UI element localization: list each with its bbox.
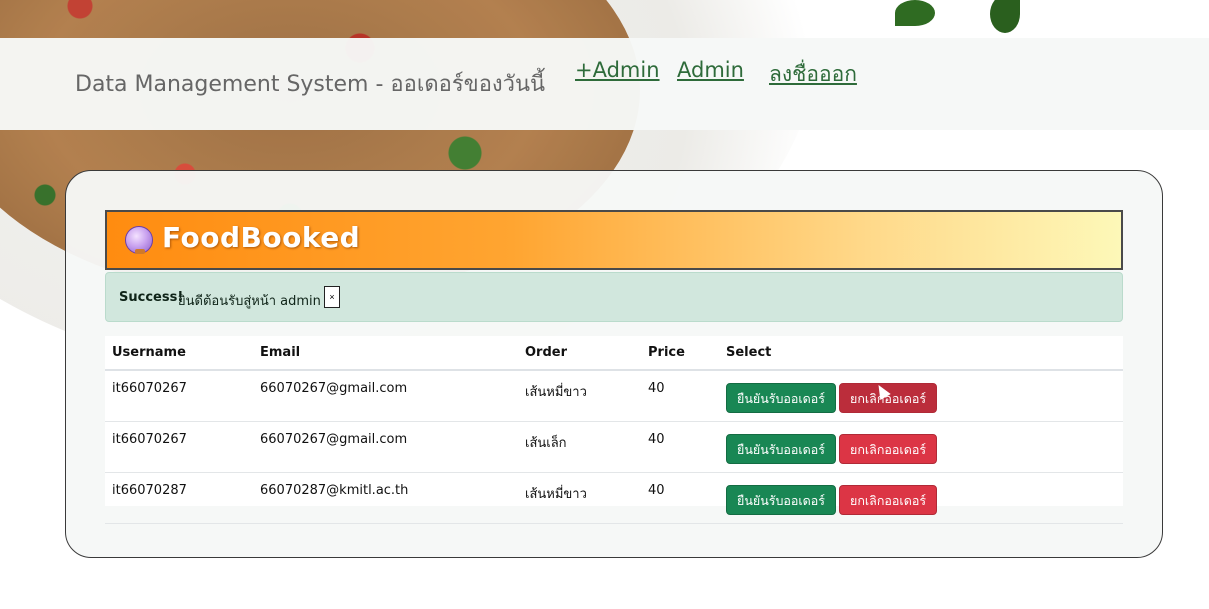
table-row: it66070267 66070267@gmail.com เส้นหมี่ขา… [105,370,1123,422]
alert-strong-text: Success! [119,290,184,305]
orders-table: Username Email Order Price Select it6607… [105,336,1123,524]
order-cell: เส้นหมี่ขาว [525,487,587,502]
cancel-order-button[interactable]: ยกเลิกออเดอร์ [839,485,938,515]
nav-add-admin-link[interactable]: +Admin [575,58,660,82]
price-cell: 40 [648,483,665,498]
app-logo-text: FoodBooked [162,221,361,254]
alert-close-button[interactable]: × [324,286,340,308]
order-cell: เส้นเล็ก [525,436,567,451]
success-alert: Success! ยินดีต้อนรับสู่หน้า admin × [105,272,1123,322]
cancel-order-button[interactable]: ยกเลิกออเดอร์ [839,434,938,464]
username-cell: it66070267 [112,381,187,396]
confirm-order-button[interactable]: ยืนยันรับออเดอร์ [726,434,837,464]
nav-admin-link[interactable]: Admin [677,58,744,82]
page-title: Data Management System - ออเดอร์ของวันนี… [75,72,546,97]
nav-logout-link[interactable]: ลงชื่อออก [769,58,857,91]
email-cell: 66070267@gmail.com [260,432,408,447]
column-header-price: Price [641,336,719,371]
confirm-order-button[interactable]: ยืนยันรับออเดอร์ [726,383,837,413]
confirm-order-button[interactable]: ยืนยันรับออเดอร์ [726,485,837,515]
price-cell: 40 [648,432,665,447]
table-header-row: Username Email Order Price Select [105,336,1123,371]
column-header-order: Order [518,336,641,371]
table-row: it66070287 66070287@kmitl.ac.th เส้นหมี่… [105,472,1123,524]
leaf-decoration [895,0,935,26]
column-header-email: Email [253,336,518,371]
column-header-select: Select [719,336,1123,371]
alert-message: ยินดีต้อนรับสู่หน้า admin [178,294,321,309]
price-cell: 40 [648,381,665,396]
column-header-username: Username [105,336,253,371]
crystal-ball-icon [125,226,153,254]
table-row: it66070267 66070267@gmail.com เส้นเล็ก 4… [105,421,1123,473]
cancel-order-button[interactable]: ยกเลิกออเดอร์ [839,383,938,413]
app-banner: FoodBooked [105,210,1123,270]
username-cell: it66070287 [112,483,187,498]
username-cell: it66070267 [112,432,187,447]
email-cell: 66070267@gmail.com [260,381,408,396]
order-cell: เส้นหมี่ขาว [525,385,587,400]
leaf-decoration [990,0,1020,33]
email-cell: 66070287@kmitl.ac.th [260,483,409,498]
